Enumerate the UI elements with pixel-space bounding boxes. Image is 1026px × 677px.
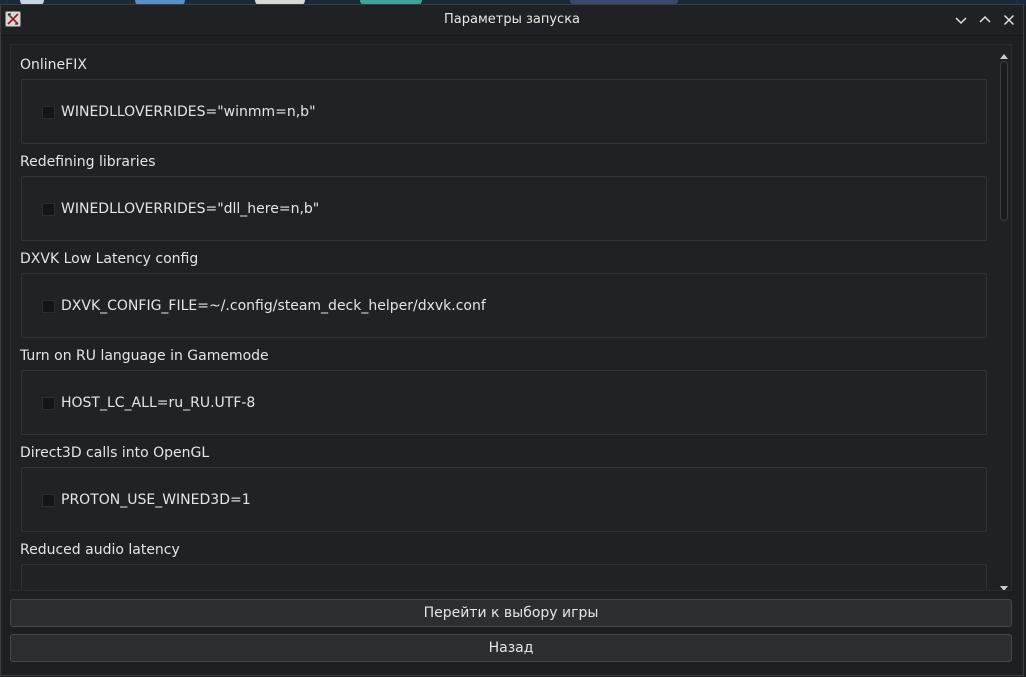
option-group-box: DXVK_CONFIG_FILE=~/.config/steam_deck_he… [21, 273, 987, 338]
option-group-box: WINEDLLOVERRIDES="winmm=n,b" [21, 79, 987, 144]
option-group: DXVK Low Latency config DXVK_CONFIG_FILE… [11, 239, 991, 338]
option-group-title: Direct3D calls into OpenGL [20, 445, 210, 461]
option-checkbox-label[interactable]: WINEDLLOVERRIDES="winmm=n,b" [61, 104, 316, 120]
window-title: Параметры запуска [443, 12, 581, 27]
option-group: Turn on RU language in Gamemode HOST_LC_… [11, 336, 991, 435]
option-checkbox[interactable] [42, 397, 55, 410]
chevron-down-icon[interactable] [953, 12, 969, 28]
select-game-button[interactable]: Перейти к выбору игры [10, 599, 1012, 627]
option-checkbox-label[interactable]: WINEDLLOVERRIDES="dll_here=n,b" [61, 201, 319, 217]
triangle-up-icon[interactable] [999, 47, 1009, 59]
option-group-title: Turn on RU language in Gamemode [20, 348, 269, 364]
chevron-up-icon[interactable] [977, 12, 993, 28]
launch-options-window: Параметры запуска OnlineFIX WINEDLLOVERR… [0, 4, 1024, 676]
scrollbar-thumb[interactable] [1000, 61, 1008, 221]
option-checkbox[interactable] [42, 494, 55, 507]
option-checkbox[interactable] [42, 203, 55, 216]
option-group-box: WINEDLLOVERRIDES="dll_here=n,b" [21, 176, 987, 241]
option-group-title: DXVK Low Latency config [20, 251, 199, 267]
option-group-box [21, 564, 987, 590]
option-group-title: OnlineFIX [20, 57, 87, 73]
option-group-box: HOST_LC_ALL=ru_RU.UTF-8 [21, 370, 987, 435]
option-group-title: Reduced audio latency [20, 542, 180, 558]
option-checkbox-label[interactable]: DXVK_CONFIG_FILE=~/.config/steam_deck_he… [61, 298, 486, 314]
option-group: OnlineFIX WINEDLLOVERRIDES="winmm=n,b" [11, 45, 991, 144]
option-group-box: PROTON_USE_WINED3D=1 [21, 467, 987, 532]
option-group: Direct3D calls into OpenGL PROTON_USE_WI… [11, 433, 991, 532]
close-icon[interactable] [1001, 12, 1017, 28]
title-bar: Параметры запуска [1, 5, 1023, 36]
triangle-down-icon[interactable] [999, 578, 1009, 590]
options-scroll-area[interactable]: OnlineFIX WINEDLLOVERRIDES="winmm=n,b" R… [10, 44, 1012, 591]
option-group-title: Redefining libraries [20, 154, 156, 170]
options-list: OnlineFIX WINEDLLOVERRIDES="winmm=n,b" R… [11, 45, 991, 590]
option-checkbox-label[interactable]: HOST_LC_ALL=ru_RU.UTF-8 [61, 395, 255, 411]
vertical-scrollbar[interactable] [997, 45, 1011, 590]
option-checkbox-label[interactable]: PROTON_USE_WINED3D=1 [61, 492, 251, 508]
option-group: Redefining libraries WINEDLLOVERRIDES="d… [11, 142, 991, 241]
option-checkbox[interactable] [42, 300, 55, 313]
back-button[interactable]: Назад [10, 634, 1012, 662]
option-checkbox[interactable] [42, 106, 55, 119]
option-group: Reduced audio latency [11, 530, 991, 590]
